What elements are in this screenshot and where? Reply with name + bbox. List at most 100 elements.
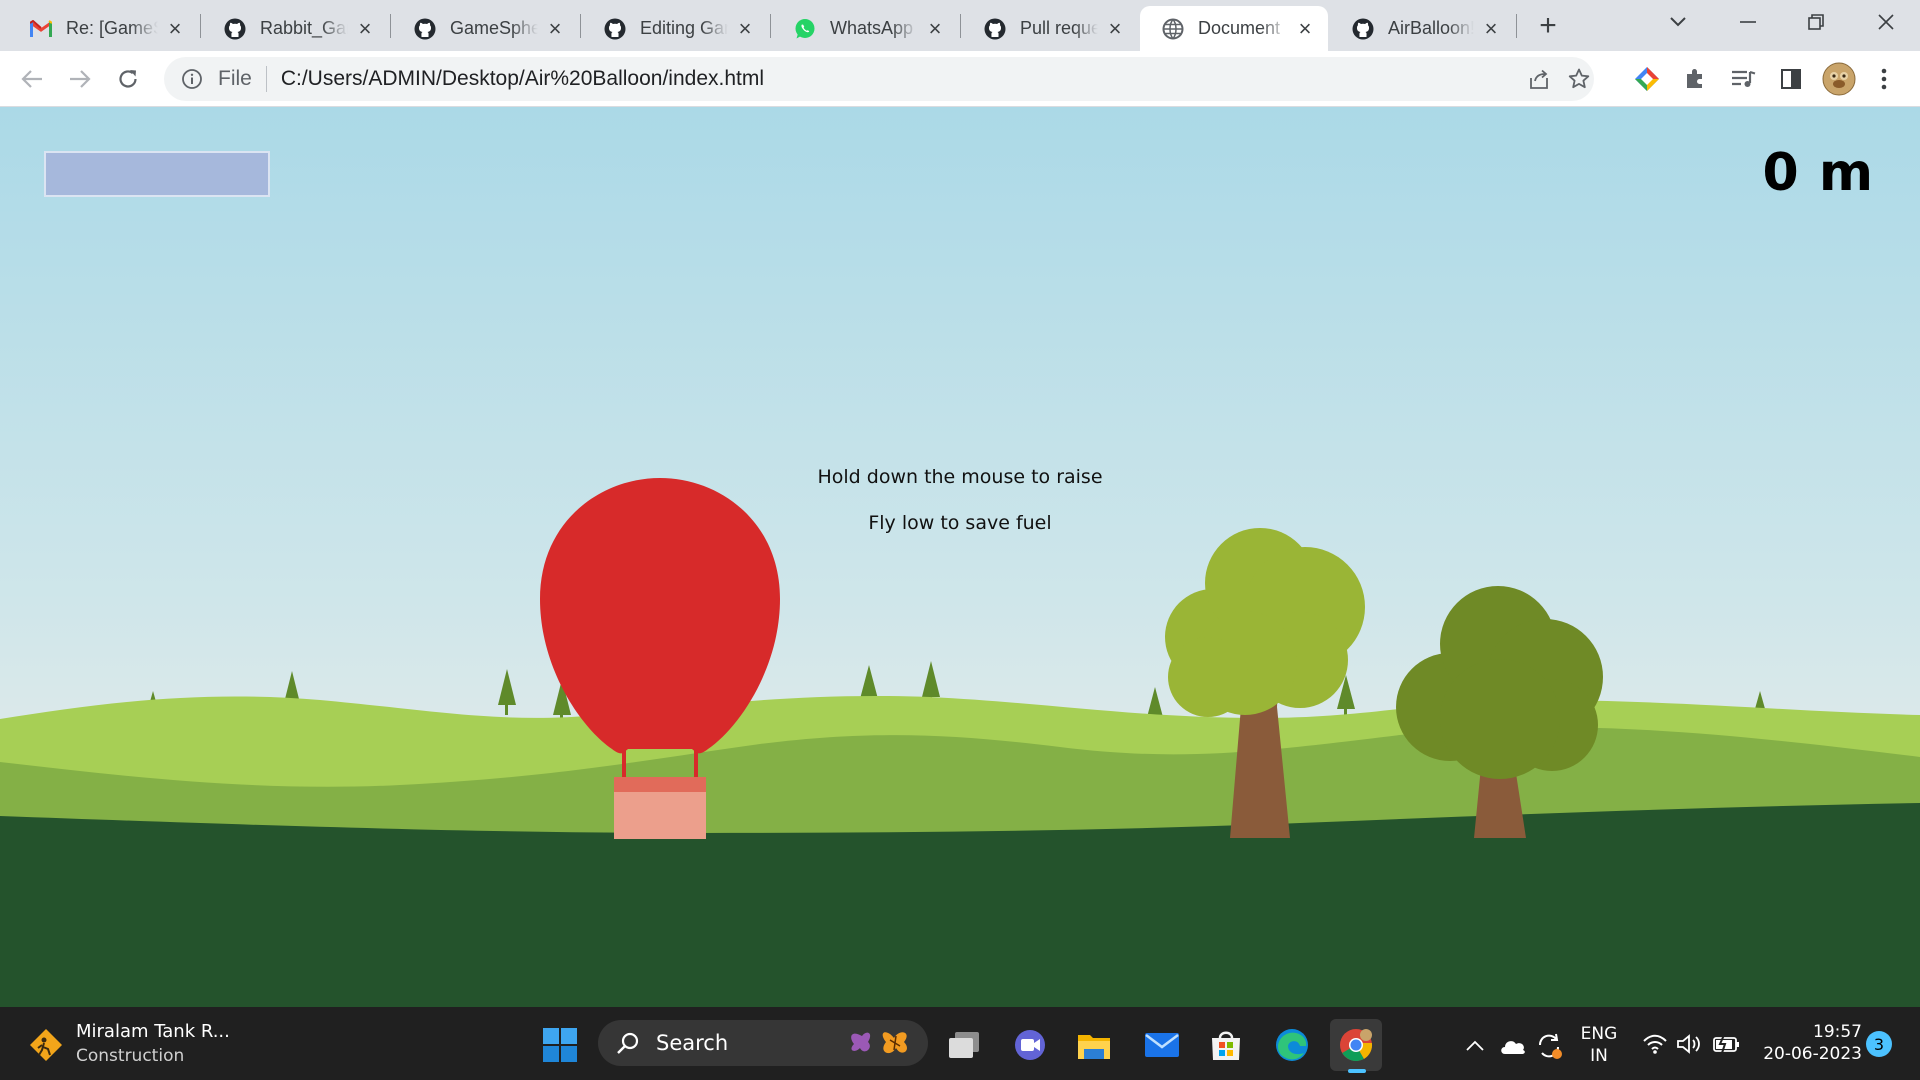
side-panel-icon[interactable] — [1776, 64, 1806, 94]
profile-avatar[interactable] — [1822, 62, 1856, 96]
tab-title: WhatsApp — [830, 18, 914, 38]
whatsapp-icon — [794, 18, 816, 40]
tab-whatsapp[interactable]: WhatsApp × — [772, 6, 958, 51]
close-tab-icon[interactable]: × — [354, 16, 376, 41]
clock-date: 20-06-2023 — [1763, 1044, 1862, 1064]
sync-update-icon[interactable] — [1532, 1029, 1566, 1063]
address-bar[interactable]: File C:/Users/ADMIN/Desktop/Air%20Balloo… — [164, 57, 1594, 101]
gmail-icon — [30, 18, 52, 40]
onedrive-cloud-icon[interactable] — [1498, 1031, 1528, 1061]
pine-tree — [922, 661, 940, 697]
scheme-label: File — [218, 67, 252, 90]
close-tab-icon[interactable]: × — [734, 16, 756, 41]
language-line1: ENG — [1580, 1024, 1618, 1044]
notification-badge[interactable]: 3 — [1866, 1031, 1892, 1057]
extension-diamond-icon[interactable] — [1632, 64, 1662, 94]
url-text[interactable]: C:/Users/ADMIN/Desktop/Air%20Balloon/ind… — [281, 67, 764, 91]
butterfly-icon — [846, 1026, 918, 1060]
close-tab-icon[interactable]: × — [1104, 16, 1126, 41]
minimize-icon[interactable] — [1728, 6, 1768, 38]
microsoft-store-icon[interactable] — [1206, 1025, 1246, 1065]
restore-icon[interactable] — [1796, 6, 1836, 38]
close-tab-icon[interactable]: × — [164, 16, 186, 41]
basket — [614, 792, 706, 839]
game-scene[interactable] — [0, 107, 1920, 1007]
tab-github-airballoon[interactable]: AirBalloon! × — [1330, 6, 1514, 51]
volume-icon[interactable] — [1674, 1029, 1704, 1059]
taskbar-search[interactable]: Search — [598, 1020, 928, 1066]
github-icon — [414, 18, 436, 40]
teams-chat-icon[interactable] — [1010, 1025, 1050, 1065]
wifi-icon[interactable] — [1640, 1029, 1670, 1059]
new-tab-button[interactable]: + — [1532, 9, 1564, 42]
tab-separator — [580, 14, 581, 38]
pine-tree — [498, 669, 516, 705]
close-tab-icon[interactable]: × — [1294, 16, 1316, 41]
tab-title: GameSphere — [450, 18, 538, 38]
mail-icon[interactable] — [1142, 1025, 1182, 1065]
info-icon[interactable] — [178, 68, 206, 90]
edge-browser-icon[interactable] — [1272, 1025, 1312, 1065]
chevron-up-icon[interactable] — [1460, 1031, 1490, 1061]
reload-button[interactable] — [110, 61, 146, 97]
browser-toolbar: File C:/Users/ADMIN/Desktop/Air%20Balloo… — [0, 51, 1920, 107]
bookmark-star-icon[interactable] — [1566, 66, 1592, 92]
altitude-readout: 0 m — [1762, 143, 1874, 203]
ground — [0, 803, 1920, 1007]
close-window-icon[interactable] — [1866, 6, 1906, 38]
tab-separator — [390, 14, 391, 38]
tab-github-editing[interactable]: Editing Game × — [582, 6, 768, 51]
globe-icon — [1162, 18, 1184, 40]
active-app-indicator — [1348, 1069, 1366, 1073]
tree-canopy — [1396, 586, 1603, 779]
search-icon — [616, 1031, 640, 1055]
github-icon — [604, 18, 626, 40]
forward-button[interactable] — [62, 61, 98, 97]
github-icon — [1352, 18, 1374, 40]
tab-separator — [200, 14, 201, 38]
tab-search-icon[interactable] — [1658, 6, 1698, 38]
tab-title: AirBalloon! — [1388, 18, 1474, 38]
fuel-bar — [44, 151, 270, 197]
share-icon[interactable] — [1526, 66, 1552, 92]
chrome-icon — [1340, 1029, 1373, 1062]
media-queue-icon[interactable] — [1728, 64, 1758, 94]
github-icon — [224, 18, 246, 40]
tab-title: Document — [1198, 18, 1281, 38]
windows-start-icon[interactable] — [540, 1025, 580, 1065]
tab-separator — [770, 14, 771, 38]
tab-gmail[interactable]: Re: [GameSphere × — [8, 6, 198, 51]
task-view-icon[interactable] — [944, 1025, 984, 1065]
tab-separator — [1516, 14, 1517, 38]
battery-charging-icon[interactable] — [1710, 1029, 1744, 1059]
clock[interactable]: 19:57 20-06-2023 — [1752, 1021, 1862, 1065]
back-button[interactable] — [14, 61, 50, 97]
language-line2: IN — [1590, 1046, 1608, 1066]
tab-title: Editing Game — [640, 18, 728, 38]
file-explorer-icon[interactable] — [1074, 1025, 1114, 1065]
chrome-taskbar-button[interactable] — [1330, 1019, 1382, 1073]
close-tab-icon[interactable]: × — [1480, 16, 1502, 41]
extensions-puzzle-icon[interactable] — [1680, 64, 1710, 94]
widget-title[interactable]: Miralam Tank R... — [76, 1021, 230, 1042]
language-indicator[interactable]: ENG IN — [1576, 1023, 1622, 1067]
tab-github-gamesphere[interactable]: GameSphere × — [392, 6, 578, 51]
game-viewport[interactable]: 0 m Hold down the mouse to raise Fly low… — [0, 107, 1920, 1007]
tab-separator — [960, 14, 961, 38]
browser-menu-icon[interactable] — [1872, 64, 1896, 94]
close-tab-icon[interactable]: × — [544, 16, 566, 41]
construction-warning-icon[interactable] — [28, 1027, 64, 1063]
close-tab-icon[interactable]: × — [924, 16, 946, 41]
tab-document[interactable]: Document × — [1140, 6, 1328, 51]
instruction-raise: Hold down the mouse to raise — [817, 466, 1103, 488]
basket-rim — [614, 777, 706, 792]
tab-title: Re: [GameSphere — [66, 18, 158, 38]
github-icon — [984, 18, 1006, 40]
tab-github-pull-request[interactable]: Pull request × — [962, 6, 1138, 51]
windows-taskbar: Miralam Tank R... Construction Search EN… — [0, 1007, 1920, 1080]
clock-time: 19:57 — [1813, 1022, 1862, 1042]
tab-title: Pull request — [1020, 18, 1098, 38]
pine-trunk — [505, 701, 508, 715]
tab-github-rabbit[interactable]: Rabbit_Game × — [202, 6, 388, 51]
tab-title: Rabbit_Game — [260, 18, 348, 38]
